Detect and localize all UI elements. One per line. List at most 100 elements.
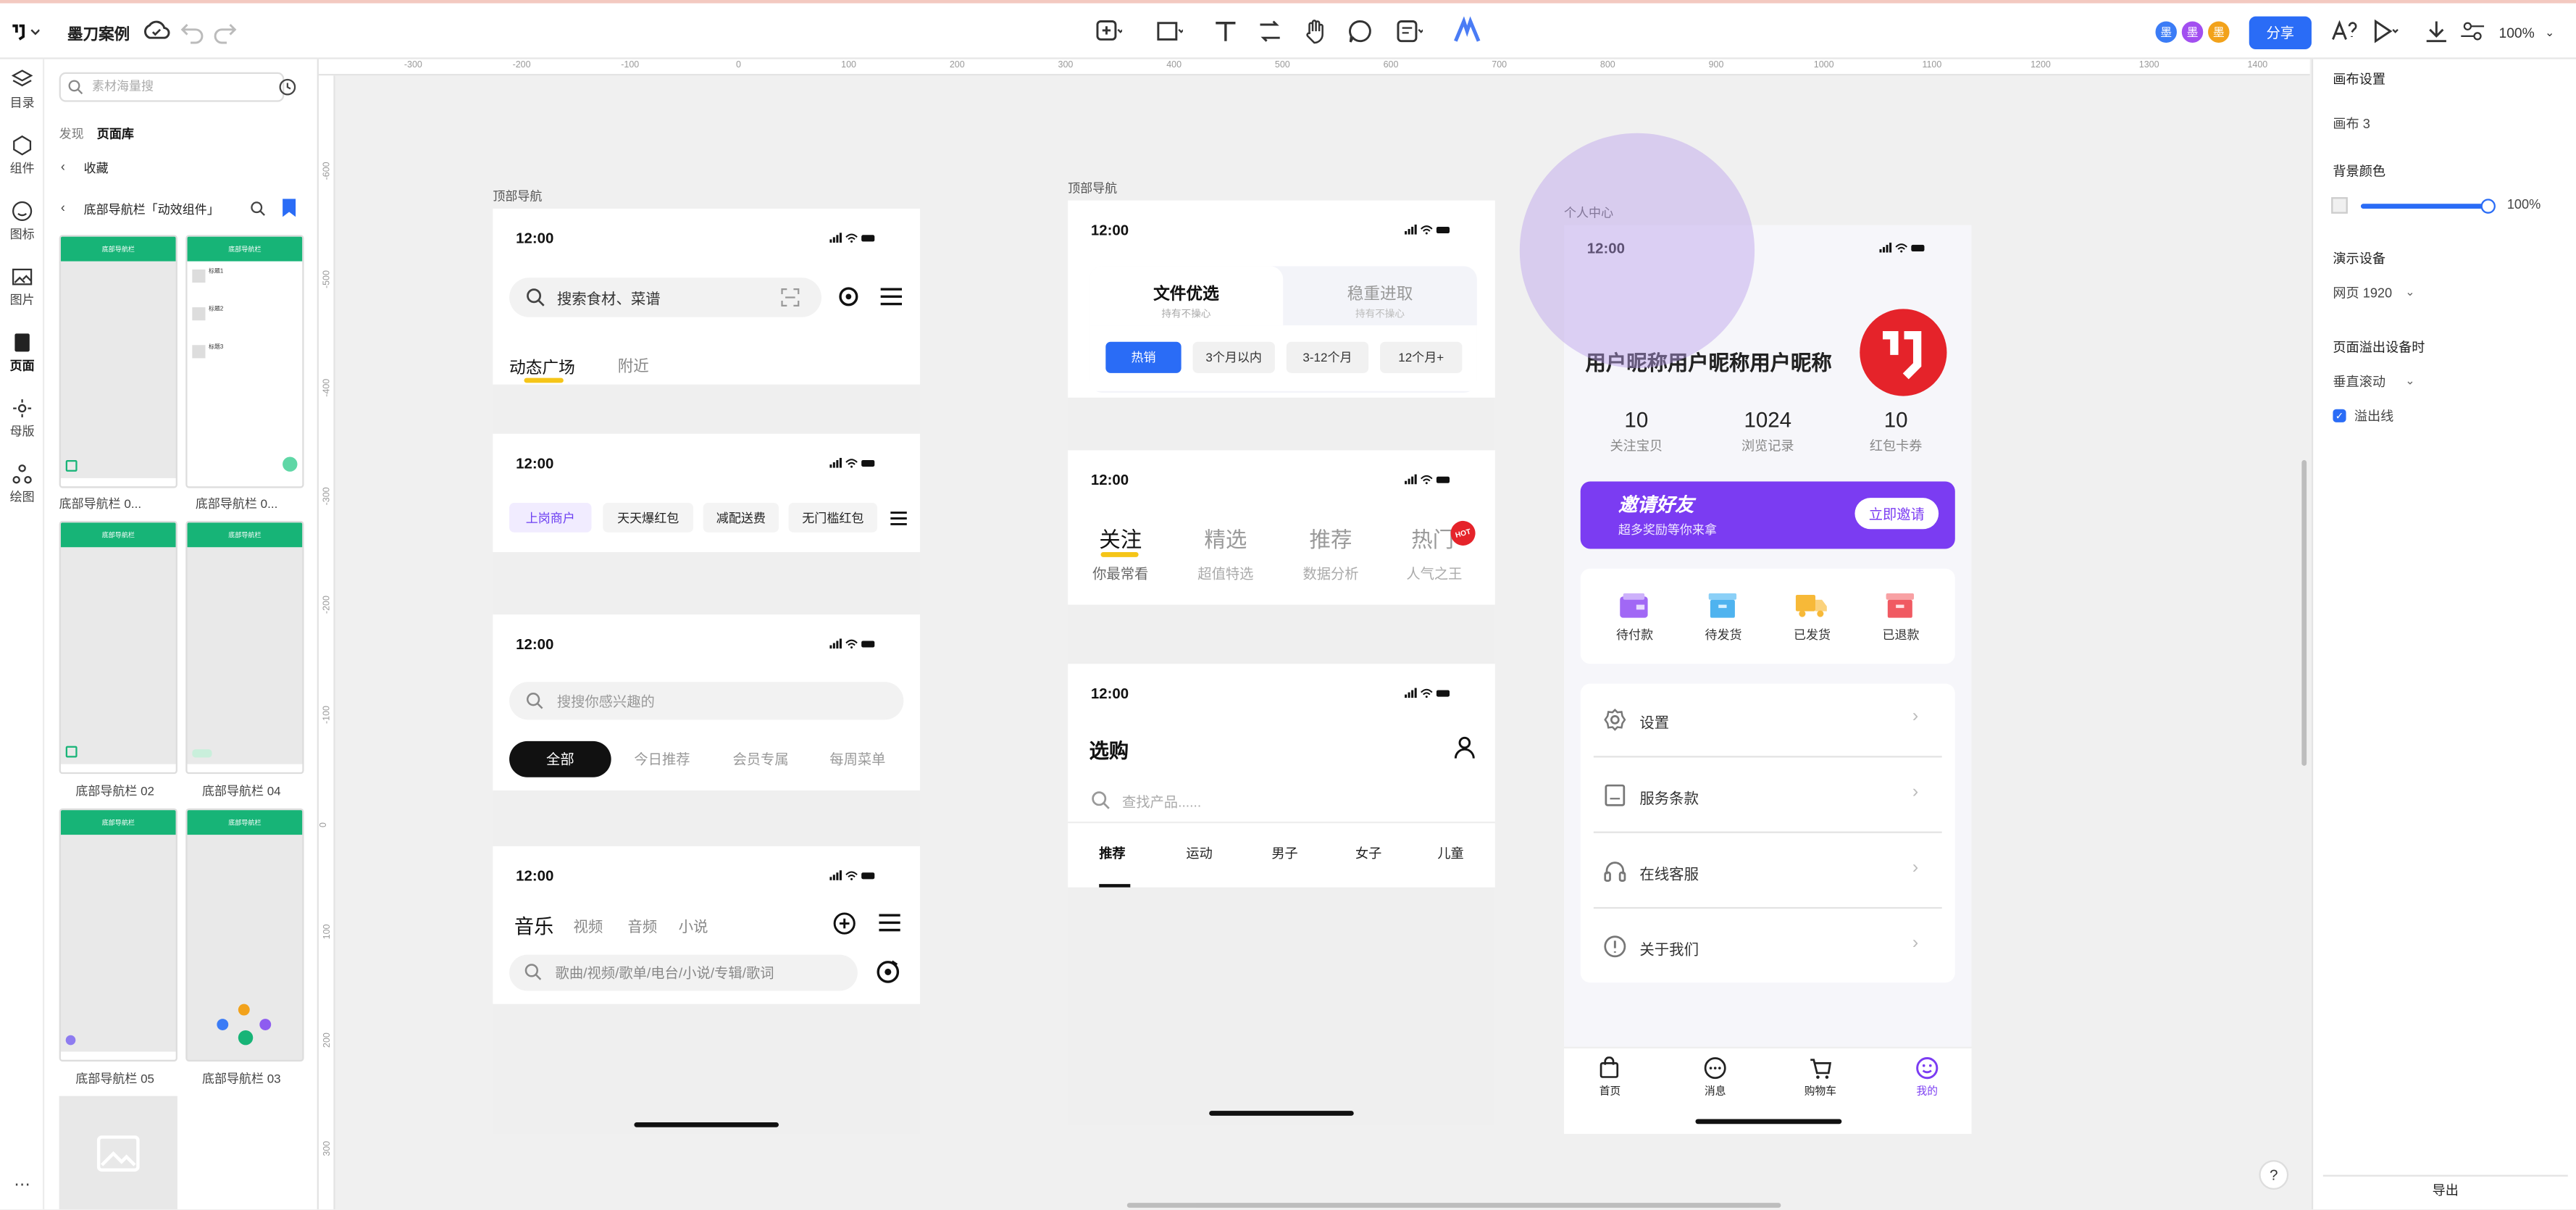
tab-label[interactable]: 购物车 <box>1796 1081 1845 1098</box>
plus-circle-icon[interactable] <box>833 912 856 935</box>
help-button[interactable]: ? <box>2259 1160 2289 1190</box>
refund-icon[interactable] <box>1886 593 1915 618</box>
chip[interactable]: 今日推荐 <box>634 749 690 769</box>
collaborator-avatar[interactable]: 墨 <box>2180 20 2205 45</box>
project-name[interactable]: 墨刀案例 <box>67 21 130 44</box>
search-icon[interactable] <box>250 201 267 217</box>
logo-icon[interactable] <box>10 17 46 46</box>
frame-label[interactable]: 顶部导航 <box>1068 179 1117 197</box>
library-search-input[interactable]: 素材海量搜 <box>59 72 285 102</box>
chip[interactable]: 3-12个月 <box>1286 341 1369 373</box>
opacity-slider[interactable] <box>2360 199 2496 214</box>
tab-title[interactable]: 推荐 <box>1310 522 1352 554</box>
tab-active[interactable]: 推荐 <box>1099 845 1125 863</box>
chevron-left-icon[interactable]: ‹ <box>61 201 65 215</box>
tab[interactable]: 女子 <box>1355 845 1381 863</box>
rail-item-pages[interactable]: 页面 <box>0 332 44 375</box>
history-icon[interactable] <box>277 78 297 97</box>
template-thumbnail[interactable]: 底部导航栏 <box>59 235 177 488</box>
order-label[interactable]: 已发货 <box>1778 626 1847 644</box>
collaborator-avatar[interactable]: 墨 <box>2154 20 2179 45</box>
collaborator-avatar[interactable]: 墨 <box>2206 20 2231 45</box>
product-search-input[interactable]: 查找产品...... <box>1122 792 1201 811</box>
recipe-search-input[interactable] <box>509 278 821 317</box>
tab-active[interactable]: 音乐 <box>514 912 553 940</box>
chevron-down-icon[interactable]: ⌄ <box>2545 26 2554 40</box>
comment-tool-icon[interactable] <box>1345 17 1375 46</box>
tab-page-library[interactable]: 页面库 <box>97 125 134 143</box>
hand-tool-icon[interactable] <box>1301 17 1331 46</box>
notes-tool-icon[interactable] <box>1393 17 1423 46</box>
tab-discover[interactable]: 发现 <box>59 125 84 143</box>
profile-smile-icon[interactable] <box>1915 1056 1939 1080</box>
tab[interactable]: 小说 <box>679 915 708 936</box>
segment-title[interactable]: 稳重进取 <box>1283 280 1477 304</box>
overflow-line-label[interactable]: 溢出线 <box>2354 407 2393 425</box>
message-icon[interactable] <box>1704 1056 1727 1080</box>
download-icon[interactable] <box>2422 17 2451 46</box>
frame-label[interactable]: 顶部导航 <box>493 188 542 206</box>
tab-label-active[interactable]: 我的 <box>1902 1081 1952 1098</box>
menu-icon[interactable] <box>880 288 903 306</box>
template-thumbnail[interactable]: 底部导航栏 <box>59 808 177 1062</box>
rail-item-drawing[interactable]: 绘图 <box>0 464 44 506</box>
order-label[interactable]: 待发货 <box>1689 626 1757 644</box>
rail-item-images[interactable]: 图片 <box>0 266 44 309</box>
chevron-down-icon[interactable]: ⌄ <box>2405 375 2414 388</box>
nav-variant-shop[interactable]: 12:00 选购 查找产品...... 推荐 运动 男子 女子 儿童 <box>1068 664 1495 888</box>
frame-top-nav-1[interactable]: 12:00 搜索食材、菜谱 动态广场 附近 12:00 上岗商户 天天爆红包 减… <box>493 209 921 1134</box>
settings-sliders-icon[interactable] <box>2458 17 2488 46</box>
refresh-icon[interactable] <box>838 286 859 307</box>
slider-thumb[interactable] <box>2480 199 2496 214</box>
tab-active-title[interactable]: 关注 <box>1099 522 1142 554</box>
chip-active[interactable]: 全部 <box>509 740 611 777</box>
color-swatch[interactable] <box>2331 197 2348 214</box>
rail-item-icons[interactable]: 图标 <box>0 201 44 243</box>
chip[interactable]: 3个月以内 <box>1192 341 1275 373</box>
back-to-favorites[interactable]: 收藏 <box>84 159 109 178</box>
checkbox-checked-icon[interactable]: ✓ <box>2333 409 2346 422</box>
connector-tool-icon[interactable] <box>1255 17 1285 46</box>
avatar[interactable] <box>1860 309 1947 396</box>
scan-icon[interactable] <box>780 288 800 307</box>
tab-title[interactable]: 热门 <box>1411 522 1454 554</box>
more-icon[interactable]: ⋯ <box>0 1177 44 1195</box>
tab[interactable]: 运动 <box>1186 845 1212 863</box>
nav-variant-titled-tabs[interactable]: 12:00 关注 你最常看 精选 超值特选 推荐 数据分析 热门 人气之王 HO… <box>1068 450 1495 605</box>
overflow-select[interactable]: 垂直滚动 <box>2333 373 2385 391</box>
rail-item-masters[interactable]: 母版 <box>0 398 44 441</box>
chevron-down-icon[interactable]: ⌄ <box>2405 286 2414 299</box>
device-select[interactable]: 网页 1920 <box>2333 284 2392 302</box>
ai-icon[interactable] <box>1452 16 1482 46</box>
frame-top-nav-2[interactable]: 12:00 文件优选 持有不操心 稳重进取 持有不操心 热销 3个月以内 3-1… <box>1068 200 1495 1126</box>
export-button[interactable]: 导出 <box>2322 1174 2568 1205</box>
zoom-level[interactable]: 100% <box>2498 25 2534 41</box>
chevron-left-icon[interactable]: ‹ <box>61 159 65 174</box>
opacity-value[interactable]: 100% <box>2507 197 2541 212</box>
invite-button[interactable]: 立即邀请 <box>1854 498 1939 530</box>
redo-icon[interactable] <box>210 17 240 46</box>
share-button[interactable]: 分享 <box>2249 16 2312 50</box>
chip[interactable]: 减配送费 <box>703 502 779 533</box>
template-thumbnail[interactable]: 底部导航栏 <box>185 520 304 775</box>
chip-active[interactable]: 热销 <box>1105 341 1182 373</box>
tab-label[interactable]: 消息 <box>1691 1081 1740 1098</box>
add-icon[interactable] <box>1092 17 1122 46</box>
text-tool-icon[interactable] <box>1210 17 1240 46</box>
template-thumbnail[interactable]: 底部导航栏 标题1 标题2 标题3 <box>185 235 304 488</box>
tab[interactable]: 附近 <box>618 354 649 376</box>
horizontal-scrollbar[interactable] <box>1126 1203 1781 1208</box>
font-size-icon[interactable] <box>2330 17 2359 46</box>
nav-variant-3[interactable]: 12:00 搜搜你感兴趣的 全部 今日推荐 会员专属 每周菜单 <box>493 614 921 790</box>
design-canvas[interactable]: 顶部导航 12:00 搜索食材、菜谱 动态广场 附近 12:00 上岗商户 天天… <box>335 75 2310 1210</box>
wallet-icon[interactable] <box>1620 593 1648 618</box>
nav-variant-segmented[interactable]: 12:00 文件优选 持有不操心 稳重进取 持有不操心 热销 3个月以内 3-1… <box>1068 200 1495 398</box>
order-label[interactable]: 已退款 <box>1866 626 1935 644</box>
tab-active[interactable]: 动态广场 <box>509 354 575 378</box>
template-thumbnail[interactable]: 底部导航栏 <box>59 520 177 775</box>
template-thumbnail[interactable]: 底部导航栏 <box>185 808 304 1062</box>
bookmark-icon[interactable] <box>283 199 296 217</box>
tab[interactable]: 儿童 <box>1437 845 1463 863</box>
tab[interactable]: 男子 <box>1271 845 1297 863</box>
chip[interactable]: 天天爆红包 <box>603 502 694 533</box>
